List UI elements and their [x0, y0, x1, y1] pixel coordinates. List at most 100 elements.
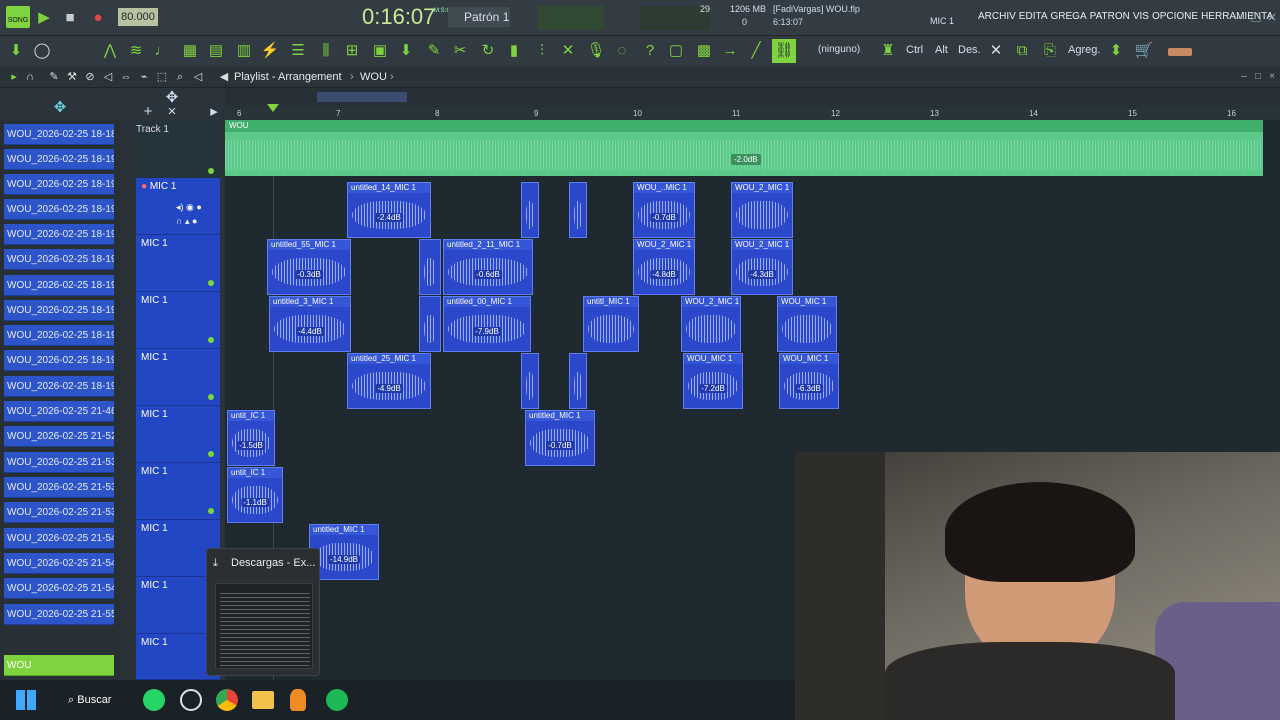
- browser-item[interactable]: WOU_2026-02-25 18-19-...: [4, 300, 114, 321]
- track-mic-1[interactable]: MIC 1: [136, 406, 220, 463]
- audio-clip[interactable]: untitled_14_MIC 1 -2.4dB: [347, 182, 431, 238]
- audio-clip[interactable]: WOU_MIC 1: [777, 296, 837, 352]
- master-audio-clip[interactable]: WOU -2.0dB: [225, 120, 1263, 176]
- routing-icon[interactable]: ⊞: [342, 41, 362, 61]
- audio-clip[interactable]: untit_IC 1 -1.1dB: [227, 467, 283, 523]
- file-explorer-icon[interactable]: [252, 691, 274, 709]
- track-controls-icon[interactable]: ◂) ◉ ●: [176, 202, 202, 213]
- zoom-tool-icon[interactable]: ⌕: [170, 67, 190, 87]
- audio-clip[interactable]: WOU_2_MIC 1: [731, 182, 793, 238]
- browser-item[interactable]: WOU_2026-02-25 18-19-...: [4, 275, 114, 296]
- scroll-right-icon[interactable]: ▸: [204, 102, 224, 122]
- playlist-icon[interactable]: ☰: [288, 41, 308, 61]
- save-icon[interactable]: ⬇: [6, 41, 26, 61]
- browser-item[interactable]: WOU_2026-02-25 18-18-...: [4, 124, 114, 145]
- browser-item[interactable]: WOU_2026-02-25 21-46-...: [4, 401, 114, 422]
- metronome-icon[interactable]: ◯: [32, 41, 52, 61]
- windows-start-icon[interactable]: [16, 690, 36, 710]
- browser-item[interactable]: WOU_2026-02-25 21-54-...: [4, 578, 114, 599]
- menu-archivo[interactable]: ARCHIV: [978, 11, 1016, 22]
- play-icon[interactable]: ▶: [34, 8, 54, 28]
- headphones-icon[interactable]: ∩ ▴ ●: [176, 216, 197, 227]
- browser-item[interactable]: WOU_2026-02-25 21-53-...: [4, 502, 114, 523]
- audio-clip[interactable]: untitled_3_MIC 1 -4.4dB: [269, 296, 351, 352]
- audio-clip[interactable]: [521, 182, 539, 238]
- menu-vis[interactable]: VIS: [1133, 11, 1149, 22]
- arrow-right-icon[interactable]: →: [720, 41, 740, 61]
- window-icon[interactable]: ▢: [666, 41, 686, 61]
- audio-clip[interactable]: untitled_55_MIC 1 -0.3dB: [267, 239, 351, 295]
- browser-item[interactable]: WOU_2026-02-25 18-19-...: [4, 325, 114, 346]
- track-1-led[interactable]: [208, 168, 214, 174]
- undo-button[interactable]: Des.: [958, 44, 981, 56]
- pattern-none-label[interactable]: (ninguno): [818, 44, 860, 55]
- tempo-display[interactable]: 80.000: [118, 8, 158, 26]
- ctrl-button[interactable]: Ctrl: [906, 44, 923, 56]
- mic-icon[interactable]: ⬇: [396, 41, 416, 61]
- menu-agrega[interactable]: GREGA: [1051, 11, 1087, 22]
- track-led[interactable]: [208, 451, 214, 457]
- slice-tool-icon[interactable]: ⌁: [134, 67, 154, 87]
- track-mic-1[interactable]: MIC 1: [136, 349, 220, 406]
- stamp-icon[interactable]: ♜: [878, 41, 898, 61]
- browser-item[interactable]: WOU_2026-02-25 18-19-...: [4, 350, 114, 371]
- whatsapp-icon[interactable]: [143, 689, 165, 711]
- tempo-icon[interactable]: ♩: [152, 41, 172, 61]
- audio-clip[interactable]: untitled_MIC 1 -0.7dB: [525, 410, 595, 466]
- track-mic-1[interactable]: MIC 1: [136, 292, 220, 349]
- browser-item[interactable]: WOU_2026-02-25 21-53-...: [4, 452, 114, 473]
- cart-icon[interactable]: 🛒: [1134, 41, 1154, 61]
- track-led[interactable]: [208, 280, 214, 286]
- overview-window[interactable]: [317, 92, 407, 102]
- chat-icon[interactable]: ◌: [612, 41, 632, 61]
- menu-patron[interactable]: PATRON: [1090, 11, 1130, 22]
- audio-clip[interactable]: WOU_2_MIC 1: [681, 296, 741, 352]
- audio-clip[interactable]: untitled_25_MIC 1 -4.9dB: [347, 353, 431, 409]
- track-mic-1-armed[interactable]: ● MIC 1 ◂) ◉ ● ∩ ▴ ●: [136, 178, 220, 235]
- minimize-icon[interactable]: –: [1228, 8, 1248, 28]
- taskbar-preview[interactable]: ⤓ Descargas - Ex...: [206, 548, 320, 676]
- audio-clip[interactable]: WOU_2_MIC 1 -4.8dB: [633, 239, 695, 295]
- browser-item[interactable]: WOU_2026-02-25 18-19-...: [4, 149, 114, 170]
- audio-clip[interactable]: untitl_MIC 1: [583, 296, 639, 352]
- audio-clip[interactable]: [419, 239, 441, 295]
- eq-icon[interactable]: ⫶: [532, 41, 552, 61]
- delete-tool-icon[interactable]: ⊘: [80, 67, 100, 87]
- song-mode-badge[interactable]: SONG: [6, 6, 30, 28]
- playback-tool-icon[interactable]: ◁: [188, 67, 208, 87]
- browser-item[interactable]: WOU_2026-02-25 21-54-...: [4, 528, 114, 549]
- keyboard-icon[interactable]: ▩: [694, 41, 714, 61]
- browser-item[interactable]: WOU_2026-02-25 21-52-...: [4, 426, 114, 447]
- pl-close-icon[interactable]: ×: [1262, 67, 1280, 87]
- loop-icon[interactable]: ↻: [478, 41, 498, 61]
- plugin-icon[interactable]: ⚡: [260, 41, 280, 61]
- browser-item[interactable]: WOU_2026-02-25 21-53-...: [4, 477, 114, 498]
- track-1-label[interactable]: Track 1: [136, 124, 169, 135]
- copy-icon[interactable]: ⧉: [1012, 41, 1032, 61]
- audio-clip[interactable]: WOU_2_MIC 1 -4.3dB: [731, 239, 793, 295]
- browser-item[interactable]: WOU_2026-02-25 18-19-...: [4, 199, 114, 220]
- browser-icon[interactable]: ▥: [234, 41, 254, 61]
- chrome-icon[interactable]: [216, 689, 238, 711]
- audio-clip[interactable]: untitled_00_MIC 1 -7.9dB: [443, 296, 531, 352]
- menu-opciones[interactable]: OPCIONE: [1152, 11, 1198, 22]
- audio-clip[interactable]: [419, 296, 441, 352]
- obs-icon[interactable]: [180, 689, 202, 711]
- timeline-ruler[interactable]: 6 7 8 9 10 11 12 13 14 15 16: [225, 104, 1280, 120]
- pin-icon[interactable]: ⬍: [1106, 41, 1126, 61]
- audio-clip[interactable]: untitled_2_11_MIC 1 -0.6dB: [443, 239, 533, 295]
- cut-icon[interactable]: ✂: [450, 41, 470, 61]
- playhead-marker[interactable]: [267, 104, 279, 112]
- arrow-left-icon[interactable]: ◀: [214, 67, 234, 87]
- add-button[interactable]: Agreg.: [1068, 44, 1100, 56]
- mixer-icon[interactable]: ≋: [126, 41, 146, 61]
- track-led[interactable]: [208, 394, 214, 400]
- move-icon[interactable]: ✥: [162, 88, 182, 108]
- spotify-icon[interactable]: [326, 689, 348, 711]
- pencil-icon[interactable]: ✎: [424, 41, 444, 61]
- paint-tool-icon[interactable]: ⚒: [62, 67, 82, 87]
- slip-tool-icon[interactable]: ⇔: [116, 67, 136, 87]
- record-mic-icon[interactable]: 🎙: [586, 41, 606, 61]
- brush-icon[interactable]: ╱: [746, 41, 766, 61]
- arrangement-name[interactable]: WOU: [360, 71, 387, 83]
